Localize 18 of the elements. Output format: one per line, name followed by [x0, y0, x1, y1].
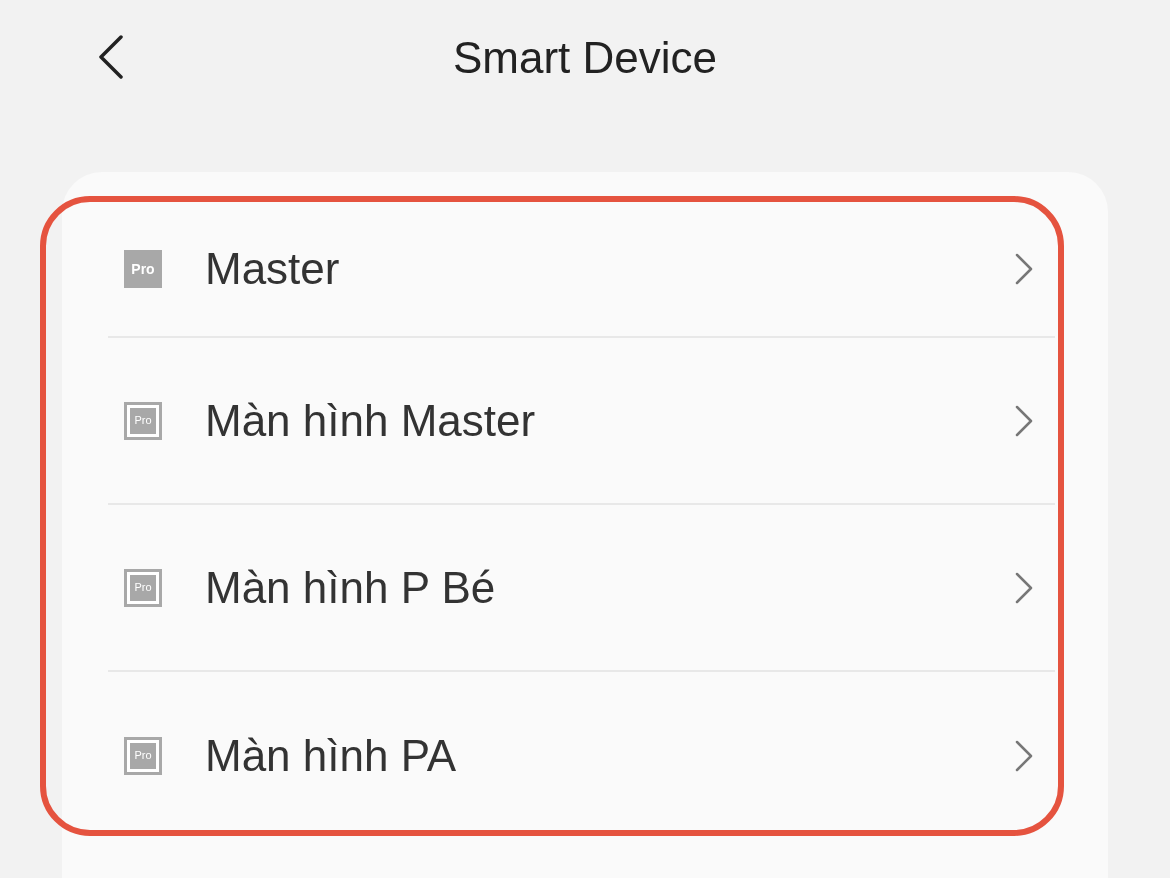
device-name: Màn hình Master	[205, 394, 537, 447]
chevron-right-icon	[1015, 571, 1033, 604]
device-name: Màn hình P Bé	[205, 561, 497, 614]
device-row[interactable]: Pro Màn hình PA	[108, 672, 1055, 830]
pro-icon: Pro	[124, 736, 162, 775]
device-row[interactable]: Pro Màn hình P Bé	[108, 505, 1055, 672]
pro-icon: Pro	[124, 250, 162, 288]
device-row[interactable]: Pro Master	[108, 202, 1055, 338]
chevron-right-icon	[1015, 404, 1033, 437]
pro-icon: Pro	[124, 401, 162, 440]
device-name: Master	[205, 243, 341, 295]
chevron-right-icon	[1015, 739, 1033, 772]
device-row[interactable]: Pro Màn hình Master	[108, 338, 1055, 505]
page-title: Smart Device	[452, 31, 718, 84]
back-button[interactable]	[96, 34, 126, 80]
device-name: Màn hình PA	[205, 729, 458, 782]
pro-icon: Pro	[124, 568, 162, 607]
chevron-right-icon	[1015, 253, 1033, 285]
